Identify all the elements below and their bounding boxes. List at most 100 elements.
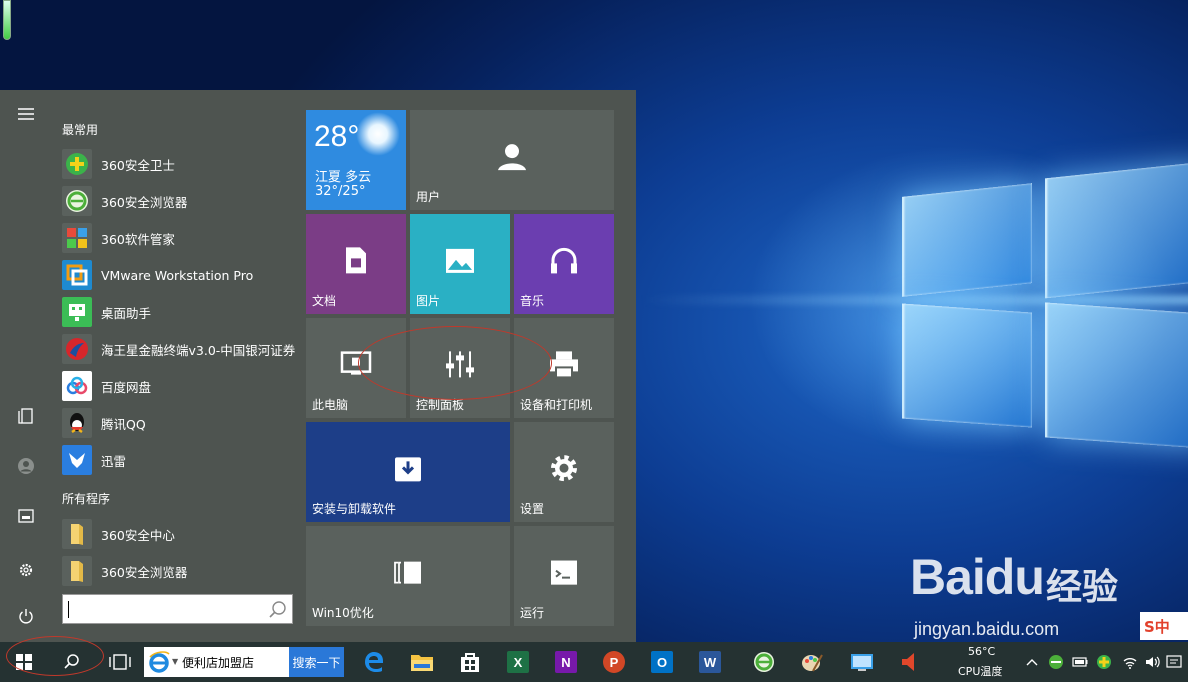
app-baidu-netdisk[interactable]: 百度网盘: [62, 368, 300, 404]
hamburger-icon[interactable]: [10, 98, 42, 130]
app-label: 360安全卫士: [101, 157, 175, 173]
ie-search-text[interactable]: 便利店加盟店: [182, 654, 254, 671]
app-neptune-finance[interactable]: 海王星金融终端v3.0-中国银河证券: [62, 331, 300, 367]
user-icon[interactable]: [10, 450, 42, 482]
speaker-app-icon: [902, 653, 914, 671]
weather-temperature: 28°: [314, 120, 360, 153]
app-label: 360软件管家: [101, 231, 175, 247]
taskbar-app-store[interactable]: [446, 642, 494, 682]
tile-install-uninstall[interactable]: 安装与卸载软件: [306, 422, 510, 522]
most-used-header: 最常用: [62, 123, 99, 137]
tile-label: 安装与卸载软件: [312, 502, 397, 516]
tile-weather[interactable]: 28° 江夏 多云 32°/25°: [306, 110, 406, 210]
user-icon: [498, 144, 526, 171]
tile-label: 设备和打印机: [520, 398, 593, 412]
notification-icon[interactable]: [1166, 654, 1182, 670]
app-label: 360安全浏览器: [101, 194, 188, 210]
taskbar-app-360-browser[interactable]: [740, 642, 788, 682]
power-icon[interactable]: [10, 600, 42, 632]
tile-run[interactable]: 运行: [514, 526, 614, 626]
folder-icon: [62, 519, 92, 549]
app-360-safe[interactable]: 360安全卫士: [62, 146, 300, 182]
printer-icon: [550, 351, 578, 379]
settings-icon[interactable]: [10, 554, 42, 586]
tile-label: 此电脑: [312, 398, 349, 412]
app-label: 海王星金融终端v3.0-中国银河证券: [101, 342, 296, 358]
taskbar-app-edge[interactable]: [350, 642, 398, 682]
cpu-temp-label: CPU温度: [958, 665, 1003, 678]
taskbar-app-paint[interactable]: [788, 642, 836, 682]
word-icon: W: [699, 651, 721, 673]
start-menu: 最常用 360安全卫士 360安全浏览器 360软件管家 VMware Work…: [0, 90, 636, 642]
start-search-input[interactable]: [62, 594, 293, 624]
taskbar-app-excel[interactable]: X: [494, 642, 542, 682]
watermark-cn: 经验: [1046, 567, 1119, 608]
text-caret: [68, 601, 69, 618]
tile-label: 设置: [520, 502, 545, 516]
search-icon[interactable]: [268, 600, 288, 620]
windows-logo-wallpaper: [880, 150, 1188, 460]
taskbar-app-outlook[interactable]: O: [638, 642, 686, 682]
paint-icon: [802, 654, 823, 672]
documents-icon[interactable]: [10, 400, 42, 432]
tile-music[interactable]: 音乐: [514, 214, 614, 314]
360-safe-tray-icon[interactable]: [1096, 654, 1112, 670]
taskbar-app-powerpoint[interactable]: P: [590, 642, 638, 682]
battery-icon[interactable]: [1072, 654, 1088, 670]
taskbar-app-file-explorer[interactable]: [398, 642, 446, 682]
tile-label: Win10优化: [312, 606, 374, 620]
tile-documents[interactable]: 文档: [306, 214, 406, 314]
outlook-icon: O: [651, 651, 673, 673]
tile-pictures[interactable]: 图片: [410, 214, 510, 314]
wifi-icon[interactable]: [1122, 654, 1138, 670]
ie-search-button[interactable]: 搜索一下: [289, 647, 344, 677]
watermark-brand: Baidu: [910, 549, 1045, 605]
360-software-manager-icon: [62, 223, 92, 253]
app-360-security-center-folder[interactable]: 360安全中心: [62, 516, 300, 552]
tile-win10-optimize[interactable]: Win10优化: [306, 526, 510, 626]
app-qq[interactable]: 腾讯QQ: [62, 405, 300, 441]
app-360-browser[interactable]: 360安全浏览器: [62, 183, 300, 219]
cpu-temp-value: 56°C: [968, 645, 996, 658]
app-360-software-manager[interactable]: 360软件管家: [62, 220, 300, 256]
remote-desktop-icon: [851, 654, 873, 671]
taskbar-app-speaker[interactable]: [886, 642, 934, 682]
volume-icon[interactable]: [1144, 654, 1160, 670]
app-360-browser-folder[interactable]: 360安全浏览器: [62, 553, 300, 589]
360-browser-tray-icon[interactable]: [1048, 654, 1064, 670]
360-browser-icon: [754, 652, 774, 672]
folder-icon: [62, 556, 92, 586]
desktop-helper-icon: [62, 297, 92, 327]
taskbar-app-onenote[interactable]: N: [542, 642, 590, 682]
watermark-url: jingyan.baidu.com: [914, 619, 1060, 639]
tile-label: 音乐: [520, 294, 545, 308]
dropdown-caret-icon[interactable]: ▼: [172, 657, 178, 666]
sogou-input-indicator[interactable]: S中: [1140, 612, 1188, 640]
app-label: 迅雷: [101, 453, 127, 469]
taskbar-app-word[interactable]: W: [686, 642, 734, 682]
taskbar-app-remote-desktop[interactable]: [838, 642, 886, 682]
tile-label: 图片: [416, 294, 441, 308]
ie-search-bar[interactable]: ▼ 便利店加盟店 搜索一下: [144, 647, 344, 677]
weather-range: 32°/25°: [315, 184, 366, 199]
app-xunlei[interactable]: 迅雷: [62, 442, 300, 478]
annotation-ellipse-start-search: [6, 636, 104, 676]
onenote-icon: N: [555, 651, 577, 673]
run-icon: [551, 560, 577, 585]
app-vmware[interactable]: VMware Workstation Pro: [62, 257, 300, 293]
chevron-up-icon[interactable]: [1024, 654, 1040, 670]
360-browser-icon: [62, 186, 92, 216]
excel-icon: X: [507, 651, 529, 673]
tile-settings[interactable]: 设置: [514, 422, 614, 522]
app-desktop-helper[interactable]: 桌面助手: [62, 294, 300, 330]
tile-label: 文档: [312, 294, 337, 308]
powerpoint-icon: P: [603, 651, 625, 673]
app-label: 百度网盘: [101, 379, 152, 395]
tile-user[interactable]: 用户: [410, 110, 614, 210]
app-list: 最常用 360安全卫士 360安全浏览器 360软件管家 VMware Work…: [52, 90, 302, 642]
app-label: 桌面助手: [101, 305, 152, 321]
pictures-icon[interactable]: [10, 500, 42, 532]
cpu-gauge-widget: [3, 0, 11, 40]
tile-label: 运行: [520, 606, 545, 620]
task-view-button[interactable]: [96, 642, 144, 682]
